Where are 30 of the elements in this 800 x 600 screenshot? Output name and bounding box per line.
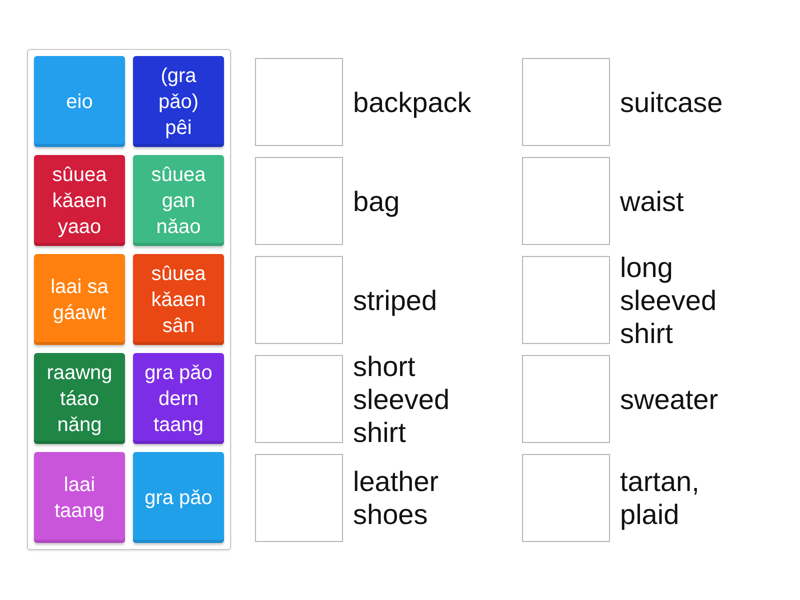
target-label: long sleeved shirt bbox=[620, 250, 718, 350]
drop-box[interactable] bbox=[255, 58, 343, 146]
target-label: sweater bbox=[620, 382, 720, 416]
drop-box[interactable] bbox=[522, 355, 610, 443]
target-label: short sleeved shirt bbox=[353, 350, 451, 448]
word-tile[interactable]: (gra pǎo) pêi bbox=[133, 56, 224, 147]
drop-box[interactable] bbox=[522, 157, 610, 245]
drop-box[interactable] bbox=[522, 256, 610, 344]
word-tile[interactable]: eio bbox=[34, 56, 125, 147]
drop-box[interactable] bbox=[522, 454, 610, 542]
word-tile[interactable]: laai sa gáawt bbox=[34, 254, 125, 345]
drop-box[interactable] bbox=[255, 157, 343, 245]
word-tile[interactable]: sûuea kǎaen yaao bbox=[34, 155, 125, 246]
word-tile[interactable]: raawng táao nǎng bbox=[34, 353, 125, 444]
target-label: waist bbox=[620, 184, 685, 218]
target-label: leather shoes bbox=[353, 465, 440, 531]
drop-box[interactable] bbox=[255, 256, 343, 344]
word-tile[interactable]: sûuea kǎaen sân bbox=[133, 254, 224, 345]
word-tile[interactable]: laai taang bbox=[34, 452, 125, 543]
target-label: suitcase bbox=[620, 86, 724, 118]
drop-box[interactable] bbox=[522, 58, 610, 146]
drop-box[interactable] bbox=[255, 454, 343, 542]
drop-box[interactable] bbox=[255, 355, 343, 443]
target-label: bag bbox=[353, 184, 401, 218]
word-tile[interactable]: gra pǎo dern taang bbox=[133, 353, 224, 444]
target-label: backpack bbox=[353, 86, 472, 118]
target-label: striped bbox=[353, 284, 438, 316]
target-label: tartan, plaid bbox=[620, 465, 700, 531]
word-tile[interactable]: sûuea gan nǎao bbox=[133, 155, 224, 246]
word-tile[interactable]: gra pǎo bbox=[133, 452, 224, 543]
